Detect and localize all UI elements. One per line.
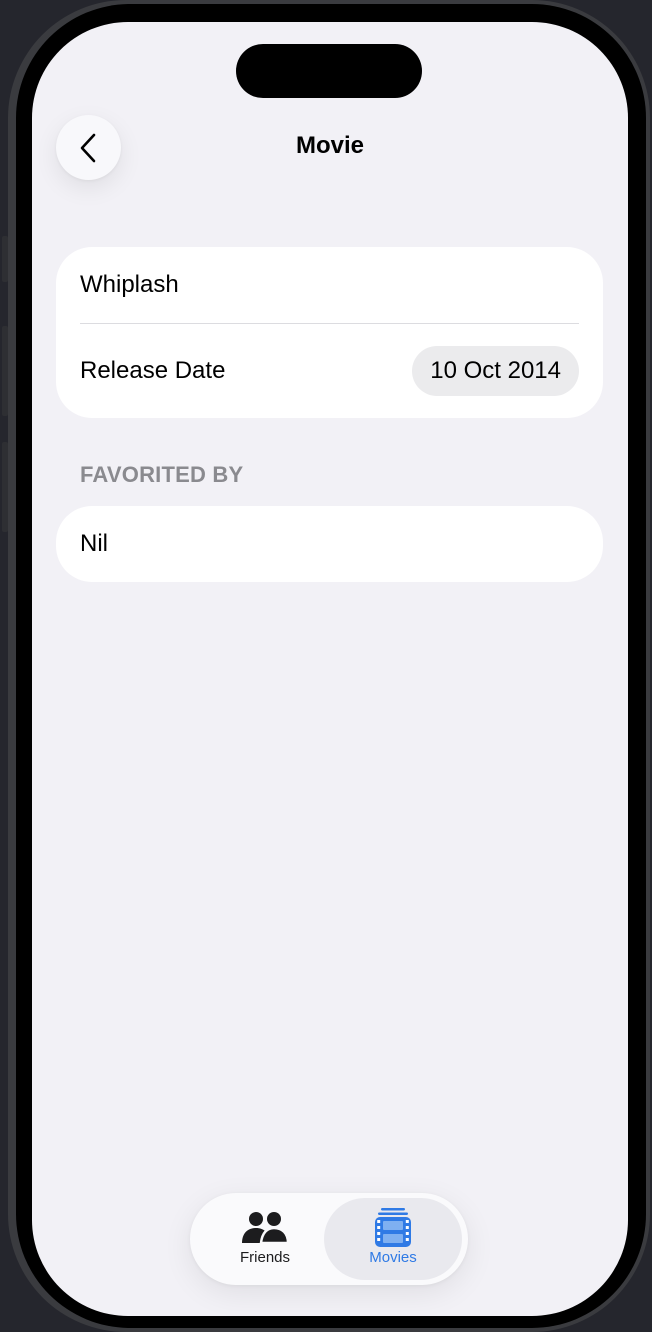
favorited-by-card: Nil [56, 506, 603, 582]
movie-info-card: Whiplash Release Date 10 Oct 2014 [56, 247, 603, 418]
favorited-by-name: Nil [80, 530, 108, 557]
tab-friends[interactable]: Friends [196, 1198, 334, 1280]
tab-movies-label: Movies [369, 1249, 417, 1266]
release-date-label: Release Date [80, 357, 226, 384]
device-action-button [2, 236, 8, 282]
movie-title: Whiplash [80, 271, 179, 298]
list-item[interactable]: Nil [80, 506, 579, 582]
dynamic-island [236, 44, 422, 98]
tab-bar: Friends Movies [190, 1193, 468, 1285]
release-date-row: Release Date 10 Oct 2014 [80, 324, 579, 418]
device-volume-up-button [2, 326, 8, 416]
film-icon [375, 1208, 411, 1247]
app-screen: Movie Whiplash Release Date 10 Oct 2014 … [32, 22, 628, 1316]
people-icon [241, 1209, 289, 1247]
movie-title-row: Whiplash [80, 247, 579, 323]
device-volume-down-button [2, 442, 8, 532]
tab-movies[interactable]: Movies [324, 1198, 462, 1280]
release-date-picker[interactable]: 10 Oct 2014 [412, 346, 579, 396]
favorited-by-header: FAVORITED BY [80, 462, 244, 487]
tab-friends-label: Friends [239, 1249, 291, 1266]
page-title: Movie [295, 132, 364, 159]
